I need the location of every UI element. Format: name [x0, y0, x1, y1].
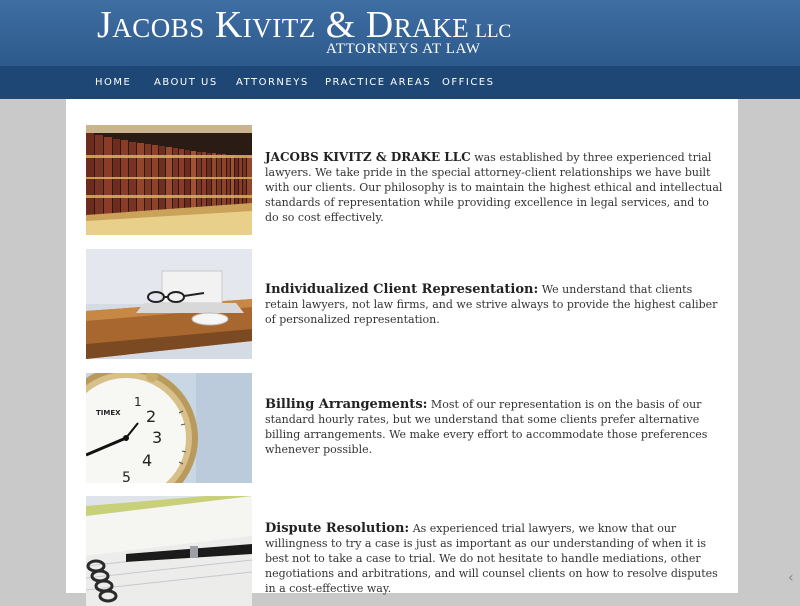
nav-attorneys[interactable]: ATTORNEYS: [236, 66, 309, 99]
firm-name: Jacobs Kivitz & Drake: [97, 4, 470, 46]
dispute-resolution-text: Dispute Resolution: As experienced trial…: [265, 521, 725, 596]
billing-heading: Billing Arrangements:: [265, 397, 428, 412]
nav-practice-areas[interactable]: PRACTICE AREAS: [325, 66, 431, 99]
clock-number-1: 1: [134, 395, 142, 409]
clock-photo: TIMEX 1 2 3 4 5: [86, 373, 252, 483]
clock-brand: TIMEX: [96, 409, 121, 417]
notebook-pen-photo: [86, 496, 252, 606]
billing-text: Billing Arrangements: Most of our repres…: [265, 397, 725, 457]
intro-section: JACOBS KIVITZ & DRAKE LLC was establishe…: [86, 125, 726, 235]
site-logo[interactable]: Jacobs Kivitz & Drake LLC ATTORNEYS AT LA…: [97, 4, 512, 57]
clock-number-2: 2: [146, 407, 156, 426]
client-representation-heading: Individualized Client Representation:: [265, 282, 539, 297]
clock-number-5: 5: [122, 470, 131, 483]
clock-number-3: 3: [152, 428, 162, 447]
law-books-photo: [86, 125, 252, 235]
firm-suffix: LLC: [475, 21, 512, 42]
clock-number-4: 4: [142, 451, 152, 470]
nav-about-us[interactable]: ABOUT US: [154, 66, 218, 99]
chevron-left-icon[interactable]: ‹: [788, 571, 800, 585]
main-nav: HOME ABOUT US ATTORNEYS PRACTICE AREAS O…: [0, 66, 800, 99]
site-header: Jacobs Kivitz & Drake LLC ATTORNEYS AT LA…: [0, 0, 800, 66]
billing-section: TIMEX 1 2 3 4 5 Billing Arrangements: Mo…: [86, 373, 726, 483]
main-content: JACOBS KIVITZ & DRAKE LLC was establishe…: [66, 99, 738, 606]
client-representation-text: Individualized Client Representation: We…: [265, 282, 725, 327]
intro-text: JACOBS KIVITZ & DRAKE LLC was establishe…: [265, 150, 725, 225]
dispute-resolution-heading: Dispute Resolution:: [265, 521, 410, 536]
firm-tagline: ATTORNEYS AT LAW: [326, 41, 481, 57]
nav-offices[interactable]: OFFICES: [442, 66, 494, 99]
firm-name-lead: JACOBS KIVITZ & DRAKE LLC: [265, 150, 471, 164]
dispute-resolution-section: Dispute Resolution: As experienced trial…: [86, 496, 726, 606]
nav-home[interactable]: HOME: [95, 66, 131, 99]
laptop-desk-photo: [86, 249, 252, 359]
client-representation-section: Individualized Client Representation: We…: [86, 249, 726, 359]
